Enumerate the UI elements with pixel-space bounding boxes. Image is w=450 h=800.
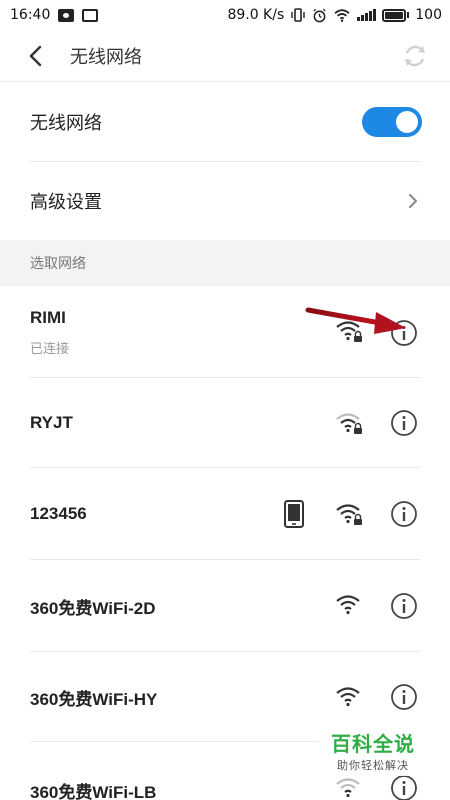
- network-name: 360免费WiFi-LB: [30, 783, 157, 800]
- watermark-title: 百科全说: [331, 732, 415, 756]
- refresh-icon: [405, 45, 425, 67]
- wifi-open-icon: [336, 778, 360, 798]
- wifi-locked-icon: [336, 413, 362, 434]
- network-row[interactable]: RYJT: [0, 378, 450, 468]
- network-row[interactable]: 360免费WiFi-2D: [0, 560, 450, 652]
- app-header: 无线网络: [0, 30, 450, 82]
- network-text: RIMI 已连接: [30, 308, 69, 357]
- wifi-status-icon: [334, 9, 350, 22]
- wifi-open-icon: [336, 687, 360, 707]
- network-row[interactable]: 123456: [0, 468, 450, 560]
- info-icon[interactable]: [390, 774, 418, 800]
- advanced-settings-label: 高级设置: [30, 192, 102, 213]
- network-name: RIMI: [30, 307, 66, 327]
- wifi-label: 无线网络: [30, 113, 102, 134]
- watermark: 百科全说 助你轻松解决: [318, 728, 428, 776]
- battery-level: 100: [415, 7, 442, 23]
- annotation-arrow-icon: [305, 307, 406, 334]
- toggle-knob: [396, 111, 418, 133]
- wifi-open-icon: [336, 595, 360, 615]
- vibrate-icon: [291, 8, 305, 22]
- refresh-button[interactable]: [402, 43, 428, 69]
- back-button[interactable]: [0, 30, 70, 82]
- network-name: RYJT: [30, 413, 73, 432]
- wifi-toggle-row[interactable]: 无线网络: [0, 82, 450, 162]
- signal-icon: [357, 9, 377, 21]
- status-bar: 16:40 89.0 K/s 100: [0, 0, 450, 30]
- qq-notification-icon: [82, 8, 99, 22]
- network-speed: 89.0 K/s: [227, 7, 285, 23]
- page-title: 无线网络: [70, 46, 142, 68]
- mobile-hotspot-icon: [284, 500, 304, 528]
- network-status: 已连接: [30, 341, 70, 357]
- info-icon[interactable]: [390, 592, 418, 620]
- chevron-left-icon: [29, 45, 42, 66]
- chevron-right-icon: [409, 194, 417, 208]
- network-name: 123456: [30, 504, 87, 523]
- info-icon[interactable]: [390, 500, 418, 528]
- image-notification-icon: [58, 8, 75, 22]
- battery-icon: [382, 8, 410, 22]
- alarm-icon: [313, 8, 326, 22]
- advanced-settings-row[interactable]: 高级设置: [0, 162, 450, 240]
- watermark-subtitle: 助你轻松解决: [337, 759, 409, 772]
- info-icon[interactable]: [390, 409, 418, 437]
- status-time: 16:40: [10, 7, 51, 23]
- info-icon[interactable]: [390, 683, 418, 711]
- network-name: 360免费WiFi-2D: [30, 598, 156, 618]
- network-name: 360免费WiFi-HY: [30, 689, 158, 709]
- wifi-locked-icon: [336, 504, 362, 525]
- wifi-toggle[interactable]: [362, 107, 422, 137]
- choose-network-label: 选取网络: [30, 256, 86, 272]
- section-header: 选取网络: [0, 240, 450, 286]
